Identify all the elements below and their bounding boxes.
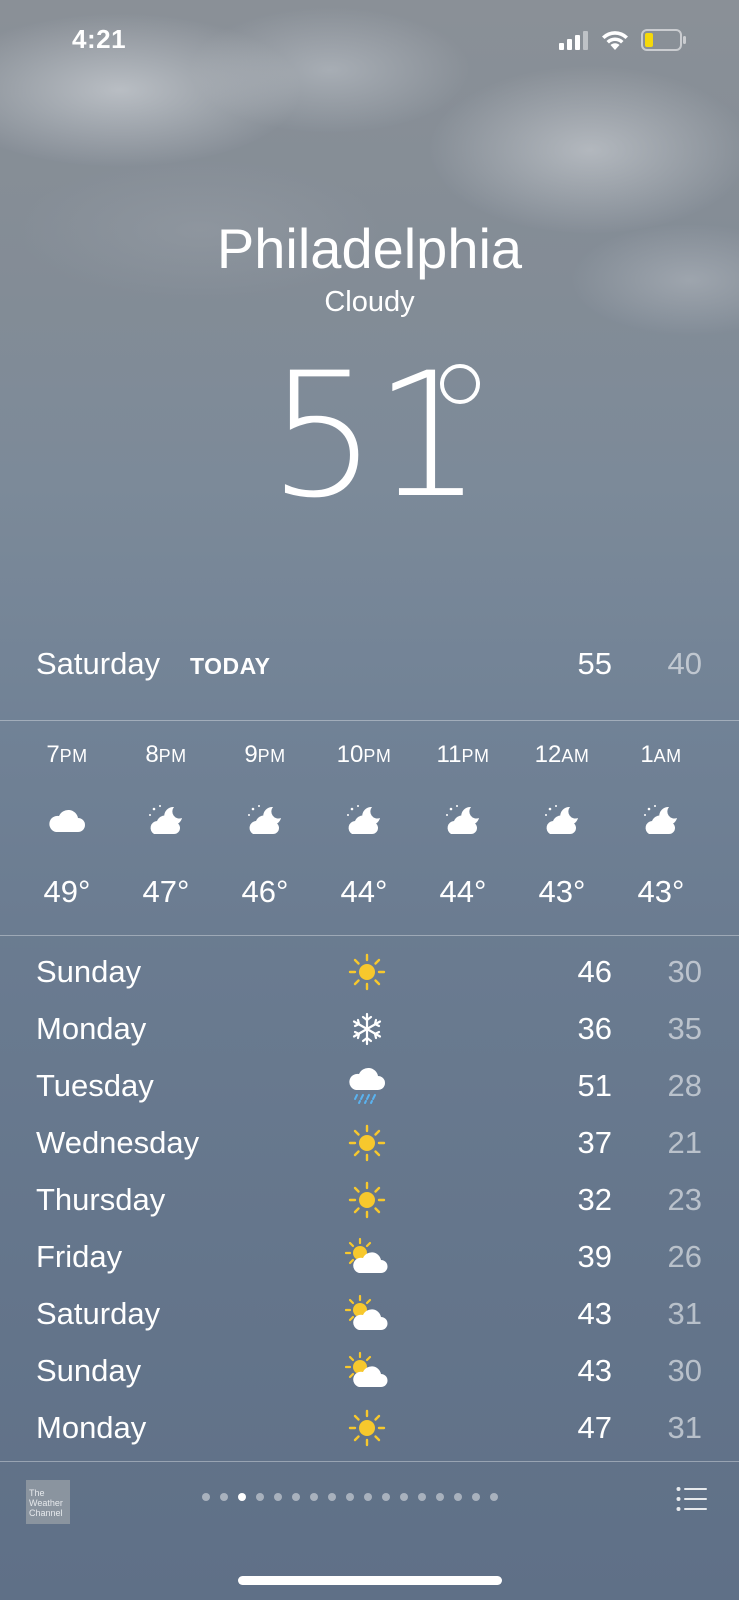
day-high: 43	[577, 1296, 612, 1331]
partly-cloudy-night-icon	[314, 800, 414, 840]
page-dot	[292, 1493, 300, 1501]
day-name: Sunday	[36, 1353, 142, 1388]
hour-temperature: 49°	[43, 874, 91, 909]
hour-temperature: 43°	[538, 874, 586, 909]
status-time: 4:21	[72, 24, 127, 54]
day-low: 30	[667, 1353, 702, 1388]
day-name: Thursday	[36, 1182, 166, 1217]
battery-icon	[641, 29, 686, 51]
day-high: 39	[577, 1239, 612, 1274]
divider	[0, 720, 739, 721]
day-low: 31	[667, 1296, 702, 1331]
today-low: 40	[667, 646, 702, 681]
page-dot	[382, 1493, 390, 1501]
day-low: 23	[667, 1182, 702, 1217]
page-dot	[220, 1493, 228, 1501]
partly-sunny-icon	[345, 1351, 389, 1391]
day-low: 21	[667, 1125, 702, 1160]
day-high: 51	[577, 1068, 612, 1103]
hour-time: 12AM	[534, 741, 590, 768]
hour-time: 7PM	[46, 741, 88, 768]
divider	[0, 935, 739, 936]
partly-sunny-icon	[345, 1237, 389, 1277]
page-dot	[274, 1493, 282, 1501]
snowflake-icon	[345, 1009, 389, 1049]
day-high: 46	[577, 954, 612, 989]
page-dot	[490, 1493, 498, 1501]
hour-time: 10PM	[336, 741, 392, 768]
day-high: 32	[577, 1182, 612, 1217]
page-dot	[454, 1493, 462, 1501]
day-name: Monday	[36, 1011, 147, 1046]
day-high: 37	[577, 1125, 612, 1160]
divider	[0, 1461, 739, 1462]
day-low: 31	[667, 1410, 702, 1445]
page-dot	[418, 1493, 426, 1501]
current-temperature: 51	[268, 335, 483, 536]
hour-temperature: 43°	[637, 874, 685, 909]
day-name: Tuesday	[36, 1068, 154, 1103]
day-low: 30	[667, 954, 702, 989]
sun-icon	[345, 952, 389, 992]
partly-cloudy-night-icon	[413, 800, 513, 840]
cloud-icon	[17, 800, 117, 840]
sun-icon	[345, 1180, 389, 1220]
page-indicator[interactable]	[202, 1493, 498, 1501]
page-dot	[328, 1493, 336, 1501]
city-name: Philadelphia	[216, 217, 523, 280]
page-dot	[436, 1493, 444, 1501]
signal-icon	[559, 31, 588, 50]
hour-time: 8PM	[145, 741, 187, 768]
rain-icon	[345, 1066, 389, 1106]
partly-sunny-icon	[345, 1294, 389, 1334]
status-icons	[559, 26, 687, 54]
hour-time: 1AM	[640, 741, 682, 768]
day-name: Sunday	[36, 954, 142, 989]
page-dot	[346, 1493, 354, 1501]
day-high: 36	[577, 1011, 612, 1046]
partly-cloudy-night-icon	[116, 800, 216, 840]
sun-icon	[345, 1123, 389, 1163]
hour-temperature: 44°	[340, 874, 388, 909]
day-name: Wednesday	[36, 1125, 200, 1160]
hour-temperature: 44°	[439, 874, 487, 909]
home-indicator[interactable]	[238, 1576, 502, 1585]
page-dot	[400, 1493, 408, 1501]
day-low: 35	[667, 1011, 702, 1046]
degree-symbol-icon	[440, 364, 480, 404]
hour-time: 9PM	[244, 741, 286, 768]
partly-cloudy-night-icon	[611, 800, 711, 840]
day-low: 28	[667, 1068, 702, 1103]
partly-cloudy-night-icon	[512, 800, 612, 840]
day-low: 26	[667, 1239, 702, 1274]
day-name: Saturday	[36, 1296, 161, 1331]
wifi-icon	[602, 31, 628, 50]
page-dot	[310, 1493, 318, 1501]
hour-temperature: 46°	[241, 874, 289, 909]
sun-icon	[345, 1408, 389, 1448]
day-name: Friday	[36, 1239, 123, 1274]
hour-temperature: 47°	[142, 874, 190, 909]
hour-time: 11PM	[436, 741, 490, 768]
today-high: 55	[577, 646, 612, 681]
weather-channel-logo[interactable]: The Weather Channel	[26, 1480, 70, 1524]
page-dot	[202, 1493, 210, 1501]
day-high: 47	[577, 1410, 612, 1445]
day-high: 43	[577, 1353, 612, 1388]
partly-cloudy-night-icon	[215, 800, 315, 840]
day-name: Monday	[36, 1410, 147, 1445]
page-dot	[256, 1493, 264, 1501]
today-day-name: Saturday	[36, 646, 161, 681]
page-dot-active	[238, 1493, 246, 1501]
today-label: TODAY	[190, 653, 271, 679]
list-icon[interactable]	[676, 1486, 708, 1517]
page-dot	[472, 1493, 480, 1501]
page-dot	[364, 1493, 372, 1501]
weather-condition: Cloudy	[324, 286, 415, 318]
